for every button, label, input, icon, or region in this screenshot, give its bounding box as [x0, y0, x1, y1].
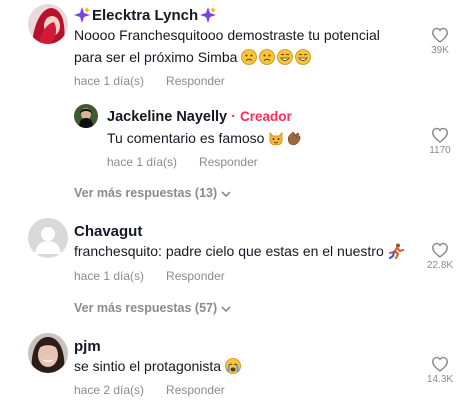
like-count: 22.8K — [426, 260, 454, 271]
reply-button[interactable]: Responder — [166, 383, 225, 397]
comment-author[interactable]: Elecktra Lynch — [74, 7, 218, 24]
like-button[interactable]: 22.8K — [420, 242, 460, 271]
comment-text: se sintio el protagonista — [74, 355, 414, 377]
like-button[interactable]: 39K — [420, 27, 460, 56]
view-more-replies-button[interactable]: Ver más respuestas (57) — [74, 301, 231, 315]
like-count: 39K — [431, 45, 449, 56]
reply-author-name: Jackeline Nayelly — [107, 109, 228, 125]
avatar[interactable] — [28, 4, 68, 44]
cat-face-icon — [269, 132, 283, 146]
comment-item: Elecktra Lynch Noooo Franchesquitooo dem… — [0, 0, 471, 95]
comment-meta: hace 2 día(s) Responder — [74, 383, 225, 397]
reply-text: Tu comentario es famoso — [107, 127, 407, 149]
reply-meta: hace 1 día(s) Responder — [107, 155, 258, 169]
like-button[interactable]: 1170 — [420, 127, 460, 156]
reply-text-content: Tu comentario es famoso — [107, 130, 265, 146]
view-more-replies-label: Ver más respuestas (13) — [74, 186, 218, 200]
comment-text: Noooo Franchesquitooo demostraste tu pot… — [74, 24, 404, 68]
reply-button[interactable]: Responder — [166, 269, 225, 283]
comment-item: pjm se sintio el protagonista hace 2 día… — [0, 330, 471, 403]
sparkles-icon — [200, 7, 217, 23]
heart-icon — [431, 27, 449, 43]
comment-meta: hace 1 día(s) Responder — [74, 74, 225, 88]
like-count: 14.3K — [426, 374, 454, 385]
comment-text-content: franchesquito: padre cielo que estas en … — [74, 243, 384, 259]
heart-icon — [431, 242, 449, 258]
reply-item: Jackeline Nayelly · Creador Tu comentario … — [0, 98, 471, 178]
comment-author-name: Elecktra Lynch — [92, 7, 199, 24]
like-count: 1170 — [429, 145, 451, 156]
creator-badge: Creador — [239, 109, 292, 124]
comment-time: hace 2 día(s) — [74, 383, 145, 397]
chevron-down-icon — [221, 306, 231, 312]
crying-face-icon — [225, 358, 241, 374]
grin-face-icon — [277, 49, 294, 65]
grin-face-icon — [295, 49, 312, 65]
heart-icon — [431, 356, 449, 372]
comment-text-content: Noooo Franchesquitooo demostraste tu pot… — [74, 27, 380, 65]
sad-face-icon — [259, 49, 276, 65]
sparkles-icon — [74, 7, 90, 23]
avatar[interactable] — [28, 333, 68, 373]
comment-text: franchesquito: padre cielo que estas en … — [74, 240, 414, 262]
comment-author[interactable]: pjm — [74, 338, 101, 355]
avatar[interactable] — [74, 104, 98, 128]
view-more-replies-label: Ver más respuestas (57) — [74, 301, 218, 315]
like-button[interactable]: 14.3K — [420, 356, 460, 385]
comment-meta: hace 1 día(s) Responder — [74, 269, 225, 283]
comment-time: hace 1 día(s) — [74, 269, 145, 283]
reply-time: hace 1 día(s) — [107, 155, 178, 169]
comment-time: hace 1 día(s) — [74, 74, 145, 88]
avatar[interactable] — [28, 218, 68, 258]
chevron-down-icon — [221, 191, 231, 197]
clap-hands-icon — [288, 131, 301, 146]
comment-author[interactable]: Chavagut — [74, 223, 142, 240]
badge-separator: · — [231, 109, 236, 125]
heart-icon — [431, 127, 449, 143]
reply-author[interactable]: Jackeline Nayelly · Creador — [107, 109, 292, 125]
view-more-replies-button[interactable]: Ver más respuestas (13) — [74, 186, 231, 200]
reply-button[interactable]: Responder — [199, 155, 258, 169]
comment-text-content: se sintio el protagonista — [74, 358, 222, 374]
running-person-icon — [388, 243, 404, 259]
comment-item: Chavagut franchesquito: padre cielo que … — [0, 214, 471, 294]
reply-button[interactable]: Responder — [166, 74, 225, 88]
sad-face-icon — [241, 49, 258, 65]
